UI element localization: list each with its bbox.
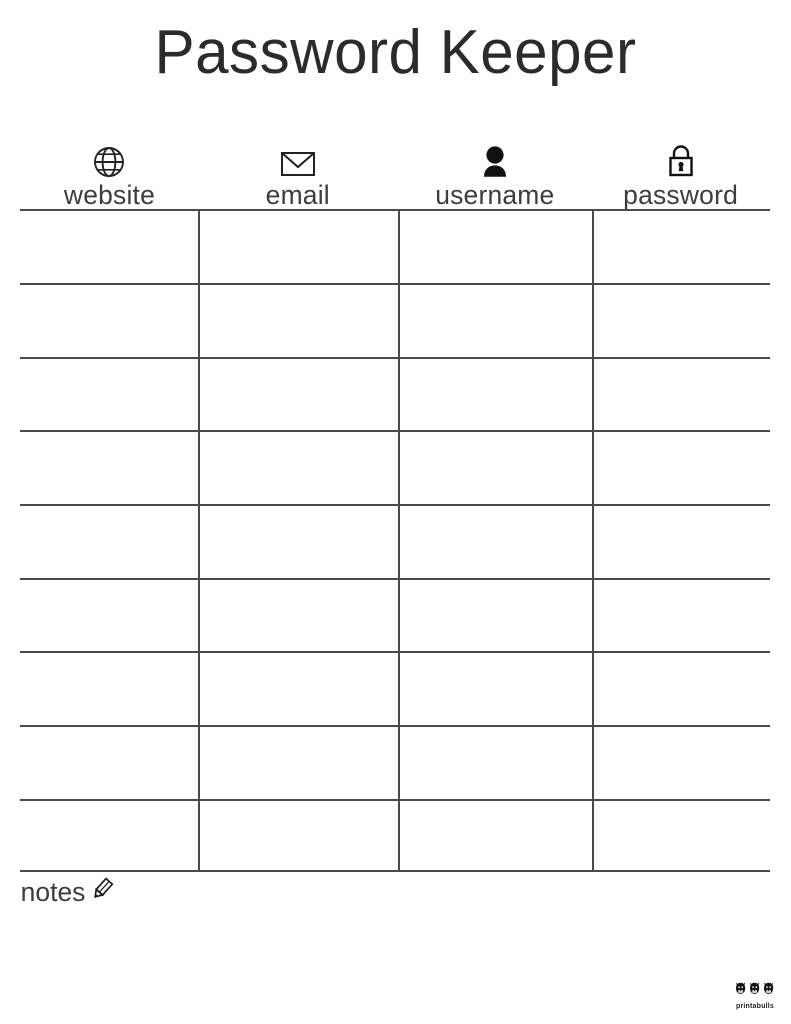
cell-website[interactable] <box>20 799 198 870</box>
pencil-icon <box>89 876 115 907</box>
cell-username[interactable] <box>398 799 592 870</box>
cell-email[interactable] <box>198 651 398 725</box>
cell-username[interactable] <box>398 504 592 578</box>
cell-website[interactable] <box>20 209 198 283</box>
cell-website[interactable] <box>20 357 198 430</box>
brand-logo: printabulls <box>735 982 775 1010</box>
cell-username[interactable] <box>398 357 592 430</box>
table-rule <box>20 870 770 872</box>
cell-password[interactable] <box>592 504 770 578</box>
cell-website[interactable] <box>20 430 198 504</box>
cell-website[interactable] <box>20 504 198 578</box>
column-header-label: email <box>265 179 331 210</box>
three-bulldog-faces-icon <box>735 982 775 1002</box>
cell-website[interactable] <box>20 578 198 651</box>
cell-email[interactable] <box>198 209 398 283</box>
cell-email[interactable] <box>198 283 398 357</box>
brand-name: printabulls <box>736 1003 774 1010</box>
cell-email[interactable] <box>198 357 398 430</box>
cell-website[interactable] <box>20 283 198 357</box>
cell-website[interactable] <box>20 651 198 725</box>
cell-password[interactable] <box>592 357 770 430</box>
column-header-email: email <box>198 118 398 209</box>
page-title: Password Keeper <box>154 18 637 87</box>
cell-password[interactable] <box>592 578 770 651</box>
column-header-label: password <box>623 179 739 210</box>
cell-email[interactable] <box>198 504 398 578</box>
cell-username[interactable] <box>398 651 592 725</box>
column-header-password: password <box>592 118 770 209</box>
cell-password[interactable] <box>592 283 770 357</box>
lock-icon <box>665 139 697 179</box>
person-icon <box>479 139 511 179</box>
cell-password[interactable] <box>592 651 770 725</box>
cell-password[interactable] <box>592 799 770 870</box>
column-header-username: username <box>398 118 592 209</box>
cell-password[interactable] <box>592 725 770 799</box>
column-header-label: website <box>63 179 155 210</box>
table-header-row: website email username password <box>20 118 770 209</box>
cell-email[interactable] <box>198 430 398 504</box>
envelope-icon <box>280 139 316 179</box>
column-header-website: website <box>20 118 198 209</box>
cell-email[interactable] <box>198 725 398 799</box>
column-header-label: username <box>435 179 555 210</box>
cell-email[interactable] <box>198 799 398 870</box>
notes-section[interactable]: notes <box>20 876 115 909</box>
cell-username[interactable] <box>398 430 592 504</box>
cell-password[interactable] <box>592 430 770 504</box>
cell-username[interactable] <box>398 578 592 651</box>
cell-username[interactable] <box>398 283 592 357</box>
globe-icon <box>92 139 126 179</box>
notes-label: notes <box>20 877 86 907</box>
cell-username[interactable] <box>398 725 592 799</box>
cell-email[interactable] <box>198 578 398 651</box>
cell-username[interactable] <box>398 209 592 283</box>
cell-website[interactable] <box>20 725 198 799</box>
password-table-grid <box>20 209 770 872</box>
cell-password[interactable] <box>592 209 770 283</box>
